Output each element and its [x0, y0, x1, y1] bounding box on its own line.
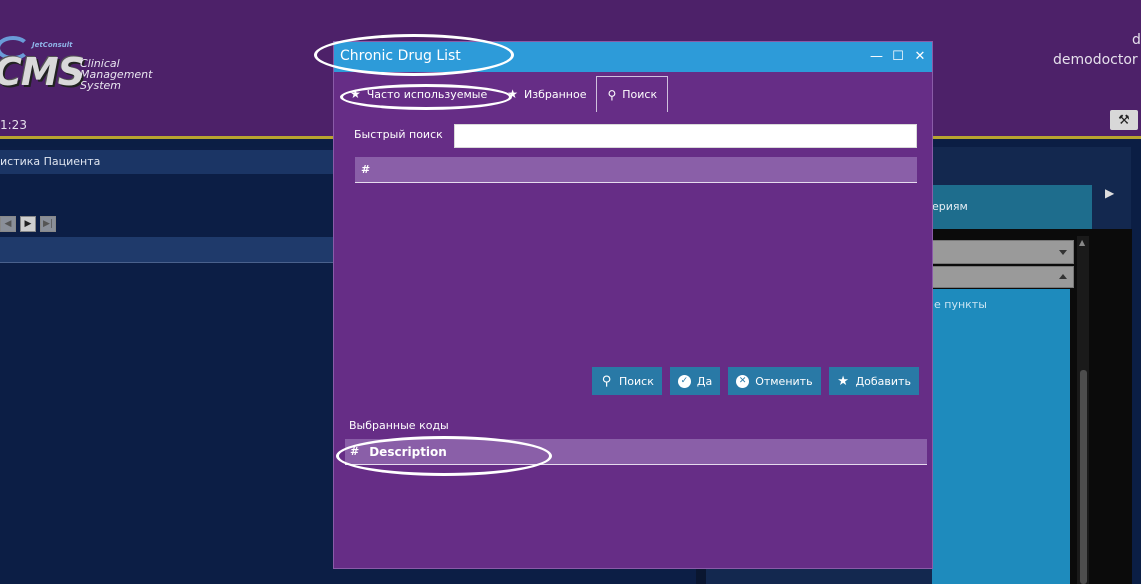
maximize-icon[interactable]: ☐ [892, 48, 904, 65]
ok-button[interactable]: ✓ Да [669, 367, 721, 395]
cancel-icon: ✕ [736, 374, 750, 388]
username[interactable]: demodoctor [1053, 52, 1138, 68]
minimize-icon[interactable]: — [870, 48, 883, 65]
tab-label: Избранное [524, 87, 587, 101]
tab-label: Поиск [622, 88, 658, 101]
logo-subtitle: Clinical Management System [80, 58, 152, 91]
window-controls: — ☐ ✕ [870, 48, 926, 65]
scrollbar-thumb[interactable] [1080, 370, 1087, 584]
right-panel-header: ериям [932, 185, 1092, 229]
logo-subtitle-line: System [80, 79, 122, 92]
search-button-label: Поиск [619, 374, 654, 388]
action-buttons: ⚲ Поиск ✓ Да ✕ Отменить ★ Добавить [592, 367, 919, 395]
annotation-ellipse [314, 34, 514, 76]
right-panel-list [932, 289, 1070, 584]
tab-favorites[interactable]: ★ Избранное [497, 76, 596, 112]
annotation-ellipse [336, 436, 552, 476]
quick-search-label: Быстрый поиск [354, 128, 443, 141]
pager: ◀ ▶ ▶| [0, 216, 56, 232]
tab-search[interactable]: ⚲ Поиск [596, 76, 669, 112]
right-panel-dropdown[interactable] [932, 240, 1074, 264]
cancel-button-label: Отменить [755, 374, 813, 388]
clock: 1:23 [0, 118, 27, 132]
user-initial: d [1132, 32, 1141, 48]
ok-button-label: Да [696, 374, 713, 388]
scroll-up-icon[interactable]: ▲ [1079, 238, 1085, 247]
add-button[interactable]: ★ Добавить [828, 367, 919, 395]
logo-cms: CMS [0, 50, 85, 94]
annotation-ellipse [340, 84, 512, 110]
doctor-icon[interactable]: ⚒ [1110, 110, 1138, 130]
cms-logo: JetConsult CMS Clinical Management Syste… [0, 36, 154, 100]
right-panel-dropdown-2[interactable] [932, 266, 1074, 288]
check-icon: ✓ [677, 374, 691, 388]
chronic-drug-dialog: Chronic Drug List — ☐ ✕ ★ Часто использу… [333, 41, 933, 569]
close-icon[interactable]: ✕ [914, 48, 926, 65]
search-icon: ⚲ [607, 87, 617, 102]
right-panel-list-text: е пункты [934, 298, 987, 311]
add-button-label: Добавить [855, 374, 911, 388]
search-icon: ⚲ [601, 373, 612, 389]
column-hash[interactable]: # [361, 163, 370, 176]
logo-company: JetConsult [32, 41, 73, 49]
left-grid-header [0, 237, 334, 263]
pager-last-button[interactable]: ▶| [40, 216, 56, 232]
expand-arrow-icon[interactable]: ▶ [1105, 186, 1114, 200]
selected-codes-label: Выбранные коды [349, 419, 449, 432]
search-button[interactable]: ⚲ Поиск [592, 367, 662, 395]
pager-next-button[interactable]: ▶ [20, 216, 36, 232]
results-grid-header: # [355, 157, 917, 183]
add-favorite-icon: ★ [837, 373, 849, 389]
pager-prev-button[interactable]: ◀ [0, 216, 16, 232]
quick-search-input[interactable] [454, 124, 917, 148]
cancel-button[interactable]: ✕ Отменить [728, 367, 821, 395]
